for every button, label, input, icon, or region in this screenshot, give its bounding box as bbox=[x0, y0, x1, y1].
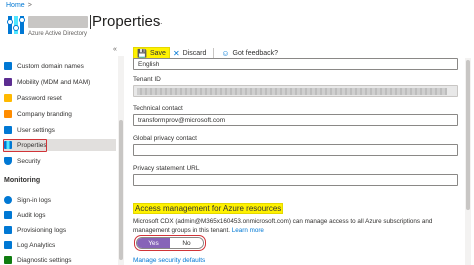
provisioning-icon bbox=[4, 226, 12, 234]
language-select[interactable]: English bbox=[133, 58, 458, 70]
page-title: Properties bbox=[92, 13, 161, 30]
properties-highlight bbox=[3, 139, 47, 152]
global-privacy-input[interactable] bbox=[133, 144, 458, 156]
page-subtitle: Azure Active Directory bbox=[28, 31, 88, 37]
manage-security-defaults-link[interactable]: Manage security defaults bbox=[133, 257, 205, 264]
more-options-button[interactable]: ... bbox=[153, 16, 164, 26]
content-scrollbar-thumb[interactable] bbox=[466, 60, 470, 210]
feedback-label: Got feedback? bbox=[232, 49, 279, 57]
audit-icon bbox=[4, 211, 12, 219]
save-icon: 💾 bbox=[137, 48, 147, 58]
sidebar-item-label: Audit logs bbox=[17, 211, 46, 219]
feedback-icon: ☺ bbox=[221, 48, 230, 58]
redacted-tenant-name bbox=[28, 16, 88, 28]
sidebar-item-sign-in-logs[interactable]: Sign-in logs bbox=[4, 194, 116, 206]
sidebar-item-password-reset[interactable]: Password reset bbox=[4, 92, 116, 104]
sidebar-item-label: Mobility (MDM and MAM) bbox=[17, 78, 91, 86]
technical-contact-label: Technical contact bbox=[133, 105, 183, 112]
monitoring-section-title: Monitoring bbox=[4, 177, 41, 184]
sidebar-item-label: User settings bbox=[17, 126, 55, 134]
save-label: Save bbox=[149, 49, 166, 57]
analytics-icon bbox=[4, 241, 12, 249]
technical-contact-value: transformprov@microsoft.com bbox=[138, 116, 226, 124]
tenant-id-field bbox=[133, 85, 458, 97]
sidebar-item-mobility[interactable]: Mobility (MDM and MAM) bbox=[4, 76, 116, 88]
sidebar-item-label: Diagnostic settings bbox=[17, 256, 72, 264]
access-desc-line-1: Microsoft CDX (admin@M365x160453.onmicro… bbox=[133, 218, 433, 225]
privacy-url-input[interactable] bbox=[133, 174, 458, 186]
signin-icon bbox=[4, 196, 12, 204]
tenant-id-label: Tenant ID bbox=[133, 76, 161, 83]
discard-label: Discard bbox=[182, 49, 207, 57]
sidebar-item-company-branding[interactable]: Company branding bbox=[4, 108, 116, 120]
sidebar-scrollbar-thumb[interactable] bbox=[119, 120, 123, 260]
sidebar-item-custom-domain-names[interactable]: Custom domain names bbox=[4, 60, 116, 72]
access-management-description: Microsoft CDX (admin@M365x160453.onmicro… bbox=[133, 217, 463, 235]
breadcrumb-separator: > bbox=[27, 2, 32, 9]
sidebar-item-provisioning-logs[interactable]: Provisioning logs bbox=[4, 224, 116, 236]
sidebar-item-label: Sign-in logs bbox=[17, 196, 51, 204]
access-desc-line-2: management groups in this tenant. bbox=[133, 227, 230, 234]
toggle-highlight bbox=[134, 235, 206, 251]
sidebar-item-diagnostic-settings[interactable]: Diagnostic settings bbox=[4, 254, 116, 265]
sidebar-item-label: Security bbox=[17, 157, 41, 165]
sidebar-item-label: Custom domain names bbox=[17, 62, 84, 70]
sidebar-item-label: Company branding bbox=[17, 110, 72, 118]
sidebar-item-label: Log Analytics bbox=[17, 241, 56, 249]
toolbar-separator bbox=[213, 48, 215, 58]
sidebar-item-label: Password reset bbox=[17, 94, 62, 102]
breadcrumb-home-link[interactable]: Home bbox=[6, 2, 25, 9]
page-header: Properties ... Azure Active Directory bbox=[6, 12, 466, 42]
sidebar-item-audit-logs[interactable]: Audit logs bbox=[4, 209, 116, 221]
key-icon bbox=[4, 94, 12, 102]
privacy-url-label: Privacy statement URL bbox=[133, 165, 200, 172]
technical-contact-input[interactable]: transformprov@microsoft.com bbox=[133, 114, 458, 126]
sidebar-item-security[interactable]: Security bbox=[4, 155, 116, 167]
language-value: English bbox=[138, 60, 160, 68]
learn-more-link[interactable]: Learn more bbox=[232, 227, 264, 234]
sidebar-item-label: Provisioning logs bbox=[17, 226, 67, 234]
user-settings-icon bbox=[4, 126, 12, 134]
breadcrumb: Home > bbox=[6, 2, 32, 9]
close-icon: ✕ bbox=[172, 48, 180, 58]
title-divider bbox=[90, 15, 91, 29]
sidebar-item-log-analytics[interactable]: Log Analytics bbox=[4, 239, 116, 251]
branding-icon bbox=[4, 110, 12, 118]
shield-icon bbox=[4, 157, 12, 165]
diagnostic-icon bbox=[4, 256, 12, 264]
access-management-heading: Access management for Azure resources bbox=[133, 203, 284, 214]
sidebar: « Custom domain names Mobility (MDM and … bbox=[0, 46, 120, 265]
global-privacy-label: Global privacy contact bbox=[133, 135, 197, 142]
mobility-icon bbox=[4, 78, 12, 86]
properties-form: English Tenant ID Technical contact tran… bbox=[133, 58, 463, 265]
properties-icon bbox=[7, 16, 25, 34]
collapse-sidebar-button[interactable]: « bbox=[113, 46, 117, 53]
domain-icon bbox=[4, 62, 12, 70]
sidebar-item-user-settings[interactable]: User settings bbox=[4, 124, 116, 136]
